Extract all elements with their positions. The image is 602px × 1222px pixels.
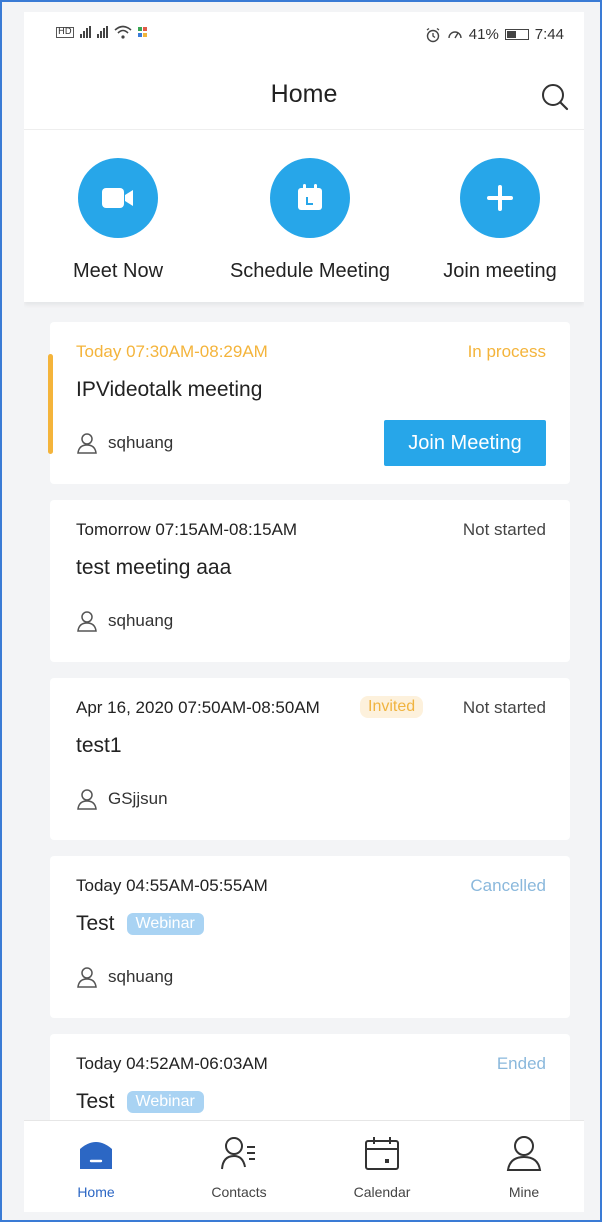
meeting-card[interactable]: Today 07:30AM-08:29AM In process IPVideo… xyxy=(48,322,570,484)
user-icon xyxy=(77,611,97,632)
meeting-time: Tomorrow 07:15AM-08:15AM xyxy=(76,520,298,539)
webinar-badge: Webinar xyxy=(126,913,204,935)
meeting-title-text: test meeting aaa xyxy=(76,556,232,579)
nav-home[interactable]: Home xyxy=(46,1133,146,1200)
meeting-title: Test Webinar xyxy=(76,1090,204,1114)
signal-icon xyxy=(79,26,91,38)
plus-icon xyxy=(487,185,513,211)
nav-calendar-label: Calendar xyxy=(353,1184,411,1200)
meeting-status: Cancelled xyxy=(470,876,546,895)
meeting-time: Today 07:30AM-08:29AM xyxy=(76,342,268,361)
join-meeting-circle[interactable] xyxy=(460,158,540,238)
nav-contacts-label: Contacts xyxy=(211,1184,267,1200)
host-name: GSjjsun xyxy=(108,789,168,808)
phone-screen: HD 41% 7:44 Home Meet Now Schedule Meeti… xyxy=(24,12,584,1212)
host-name: sqhuang xyxy=(108,967,174,986)
bottom-navigation: Home Contacts Calendar Mine xyxy=(24,1120,584,1212)
schedule-meeting-label: Schedule Meeting xyxy=(229,260,391,282)
meeting-title-text: Test xyxy=(76,912,115,935)
meeting-status: Ended xyxy=(496,1054,546,1073)
host-name: sqhuang xyxy=(108,433,174,452)
meeting-title: Test Webinar xyxy=(76,912,204,936)
contacts-icon xyxy=(221,1137,255,1170)
page-title: Home xyxy=(270,80,338,108)
meeting-time: Today 04:55AM-05:55AM xyxy=(76,876,268,895)
invited-badge: Invited xyxy=(360,696,424,718)
meeting-card[interactable]: Apr 16, 2020 07:50AM-08:50AM Invited Not… xyxy=(50,678,570,840)
meeting-card[interactable]: Tomorrow 07:15AM-08:15AM Not started tes… xyxy=(50,500,570,662)
signal-icon-2 xyxy=(96,26,108,38)
status-right-icons: 41% 7:44 xyxy=(425,26,564,43)
meeting-status: Not started xyxy=(462,698,546,717)
search-icon[interactable] xyxy=(540,82,570,112)
in-process-indicator xyxy=(48,354,53,454)
status-left-icons: HD xyxy=(56,25,148,39)
hd-icon: HD xyxy=(56,26,74,38)
user-icon xyxy=(77,789,97,810)
meeting-time: Apr 16, 2020 07:50AM-08:50AM xyxy=(76,698,320,717)
meet-now-circle[interactable] xyxy=(78,158,158,238)
join-meeting-card-button[interactable]: Join Meeting xyxy=(384,420,546,466)
video-camera-icon xyxy=(102,188,133,208)
app-frame: HD 41% 7:44 Home Meet Now Schedule Meeti… xyxy=(0,0,602,1222)
home-icon xyxy=(80,1142,112,1169)
meeting-title-text: test1 xyxy=(76,734,122,757)
nav-mine[interactable]: Mine xyxy=(474,1133,574,1200)
user-icon xyxy=(77,967,97,988)
meeting-title: test1 xyxy=(76,734,122,758)
schedule-meeting-circle[interactable] xyxy=(270,158,350,238)
meeting-card[interactable]: Today 04:55AM-05:55AM Cancelled Test Web… xyxy=(50,856,570,1018)
meeting-host: GSjjsun xyxy=(76,788,168,810)
quick-actions: Meet Now Schedule Meeting Join meeting xyxy=(24,130,584,302)
meeting-host: sqhuang xyxy=(76,966,173,988)
meet-now-button[interactable]: Meet Now xyxy=(24,158,213,283)
user-icon xyxy=(506,1136,542,1171)
battery-percent: 41% xyxy=(468,26,499,43)
wifi-icon xyxy=(114,25,132,39)
data-saver-icon xyxy=(448,30,462,38)
battery-icon xyxy=(504,29,529,40)
meeting-status: Not started xyxy=(462,520,546,539)
webinar-badge: Webinar xyxy=(126,1091,204,1113)
nav-mine-label: Mine xyxy=(508,1184,540,1200)
app-header: Home xyxy=(24,58,584,130)
meeting-title: test meeting aaa xyxy=(76,556,231,580)
meeting-time: Today 04:52AM-06:03AM xyxy=(76,1054,268,1073)
nav-calendar[interactable]: Calendar xyxy=(332,1133,432,1200)
meeting-title-text: IPVideotalk meeting xyxy=(76,378,263,401)
clock: 7:44 xyxy=(534,26,564,43)
nav-home-label: Home xyxy=(77,1184,115,1200)
calendar-icon xyxy=(365,1137,399,1170)
schedule-meeting-button[interactable]: Schedule Meeting xyxy=(215,158,405,283)
meeting-status: In process xyxy=(467,342,546,361)
user-icon xyxy=(77,433,97,454)
join-meeting-label: Join meeting xyxy=(443,260,557,282)
meeting-title-text: Test xyxy=(76,1090,115,1113)
host-name: sqhuang xyxy=(108,611,174,630)
meeting-title: IPVideotalk meeting xyxy=(76,378,262,402)
join-meeting-button[interactable]: Join meeting xyxy=(405,158,584,283)
meet-now-label: Meet Now xyxy=(72,260,164,282)
meeting-host: sqhuang xyxy=(76,610,173,632)
nav-contacts[interactable]: Contacts xyxy=(189,1133,289,1200)
calendar-icon xyxy=(298,184,322,210)
alarm-icon xyxy=(426,27,440,42)
notification-icon xyxy=(137,27,147,37)
status-bar: HD 41% 7:44 xyxy=(24,12,584,58)
meeting-host: sqhuang xyxy=(76,432,173,454)
